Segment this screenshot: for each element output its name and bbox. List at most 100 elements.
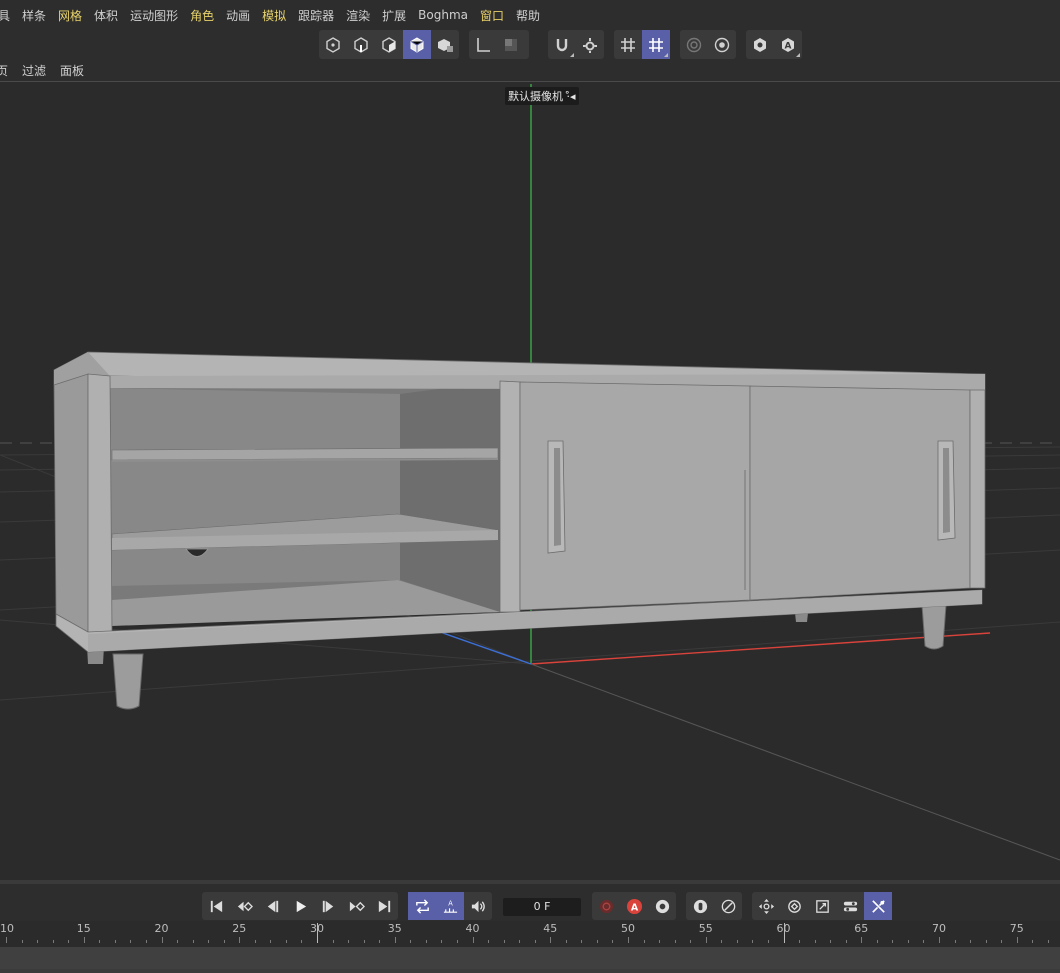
ruler-tick — [1001, 940, 1003, 943]
model-mode-icon[interactable] — [403, 30, 431, 59]
auto-icon[interactable]: A — [774, 30, 802, 59]
ruler-tick — [612, 940, 614, 943]
render-settings-icon[interactable] — [708, 30, 736, 59]
current-frame-field[interactable]: 0 F — [503, 898, 581, 916]
ruler-tick — [830, 940, 832, 943]
menu-item[interactable]: 窗口 — [474, 7, 510, 24]
ruler-tick — [845, 940, 847, 943]
render-view-icon[interactable] — [680, 30, 708, 59]
object-mode-icon[interactable] — [431, 30, 459, 59]
ruler-tick — [21, 940, 23, 943]
x-axis-line — [530, 632, 991, 665]
menu-item[interactable]: 体积 — [88, 7, 124, 24]
record-icon[interactable] — [592, 892, 620, 920]
menu-item[interactable]: 扩展 — [376, 7, 412, 24]
ruler-tick — [348, 940, 350, 943]
ruler-tick — [954, 940, 956, 943]
ruler-tick — [674, 940, 676, 943]
viewport-menu-item[interactable]: 过滤 — [15, 62, 53, 79]
3d-viewport[interactable]: 默认摄像机 ·̊◂ — [0, 83, 1060, 880]
camera-label[interactable]: 默认摄像机 ·̊◂ — [505, 87, 579, 105]
svg-text:A: A — [630, 902, 638, 913]
pla-key-icon[interactable] — [864, 892, 892, 920]
menu-item[interactable]: 模拟 — [256, 7, 292, 24]
key-controls — [686, 892, 742, 920]
snap-magnet-icon[interactable] — [548, 30, 576, 59]
menu-item[interactable]: Boghma — [412, 8, 474, 22]
mode-toolbar-group — [319, 30, 459, 59]
ruler-tick — [690, 940, 692, 943]
ruler-tick — [628, 937, 629, 943]
prev-key-icon[interactable] — [230, 892, 258, 920]
ruler-tick — [1047, 940, 1049, 943]
ruler-tick — [503, 940, 505, 943]
prev-frame-icon[interactable] — [258, 892, 286, 920]
cabinet-divider — [499, 380, 521, 613]
ruler-tick — [907, 940, 909, 943]
autokey-tracks-icon[interactable]: A — [436, 892, 464, 920]
move-key-icon[interactable] — [752, 892, 780, 920]
ruler-label: 10 — [0, 922, 14, 935]
rotate-key-icon[interactable] — [780, 892, 808, 920]
polygons-mode-icon[interactable] — [375, 30, 403, 59]
menu-item[interactable]: 帮助 — [510, 7, 546, 24]
menu-item[interactable]: 角色 — [184, 7, 220, 24]
ruler-tick — [379, 940, 381, 943]
menu-item[interactable]: 具 — [0, 7, 16, 24]
key-lock-icon[interactable] — [686, 892, 714, 920]
goto-start-icon[interactable] — [202, 892, 230, 920]
key-scale-icon[interactable] — [714, 892, 742, 920]
ruler-tick — [145, 940, 147, 943]
snap-toolbar-group — [548, 30, 604, 59]
view-toolbar-group: A — [746, 30, 802, 59]
timeline-scrollbar[interactable] — [0, 947, 1060, 973]
sound-icon[interactable] — [464, 892, 492, 920]
next-frame-icon[interactable] — [314, 892, 342, 920]
viewport-menu-item[interactable]: 面板 — [53, 62, 91, 79]
goto-end-icon[interactable] — [370, 892, 398, 920]
axis-icon[interactable] — [469, 30, 497, 59]
key-settings-icon[interactable] — [648, 892, 676, 920]
ruler-tick — [239, 937, 241, 943]
edges-mode-icon[interactable] — [347, 30, 375, 59]
loop-icon[interactable] — [408, 892, 436, 920]
workplane-grid-icon[interactable] — [614, 30, 642, 59]
viewport-solo-icon[interactable] — [746, 30, 774, 59]
ruler-label: 50 — [621, 922, 635, 935]
next-key-icon[interactable] — [342, 892, 370, 920]
scale-key-icon[interactable] — [808, 892, 836, 920]
menu-item[interactable]: 动画 — [220, 7, 256, 24]
grid-snap-icon[interactable] — [642, 30, 670, 59]
grid-toolbar-group — [614, 30, 670, 59]
cabinet-leg-back-right — [795, 613, 808, 622]
autokey-icon[interactable]: A — [620, 892, 648, 920]
ruler-tick — [363, 940, 365, 943]
menu-item[interactable]: 跟踪器 — [292, 7, 340, 24]
ruler-tick — [130, 940, 132, 943]
viewport-menu-item[interactable]: 页 — [0, 62, 15, 79]
key-type-controls — [752, 892, 892, 920]
texture-mode-icon[interactable] — [497, 30, 525, 59]
ruler-tick — [923, 940, 925, 943]
ruler-tick — [596, 940, 598, 943]
menu-item[interactable]: 渲染 — [340, 7, 376, 24]
ruler-tick — [519, 940, 521, 943]
ruler-tick — [799, 940, 801, 943]
sliding-door-right[interactable] — [749, 385, 971, 601]
menu-item[interactable]: 运动图形 — [124, 7, 184, 24]
param-key-icon[interactable] — [836, 892, 864, 920]
ruler-tick — [285, 940, 287, 943]
ruler-tick — [659, 940, 661, 943]
menu-item[interactable]: 样条 — [16, 7, 52, 24]
menu-item[interactable]: 网格 — [52, 7, 88, 24]
timeline-ruler[interactable]: 10 15 20 25 30 35 40 45 50 55 60 65 70 75 — [0, 921, 1060, 947]
ruler-tick — [643, 940, 645, 943]
tv-cabinet-model[interactable] — [53, 351, 986, 710]
ruler-label: 70 — [932, 922, 946, 935]
ruler-tick — [208, 940, 210, 943]
points-mode-icon[interactable] — [319, 30, 347, 59]
ruler-label: 45 — [543, 922, 558, 935]
ruler-tick — [177, 940, 179, 943]
snap-settings-icon[interactable] — [576, 30, 604, 59]
play-icon[interactable] — [286, 892, 314, 920]
